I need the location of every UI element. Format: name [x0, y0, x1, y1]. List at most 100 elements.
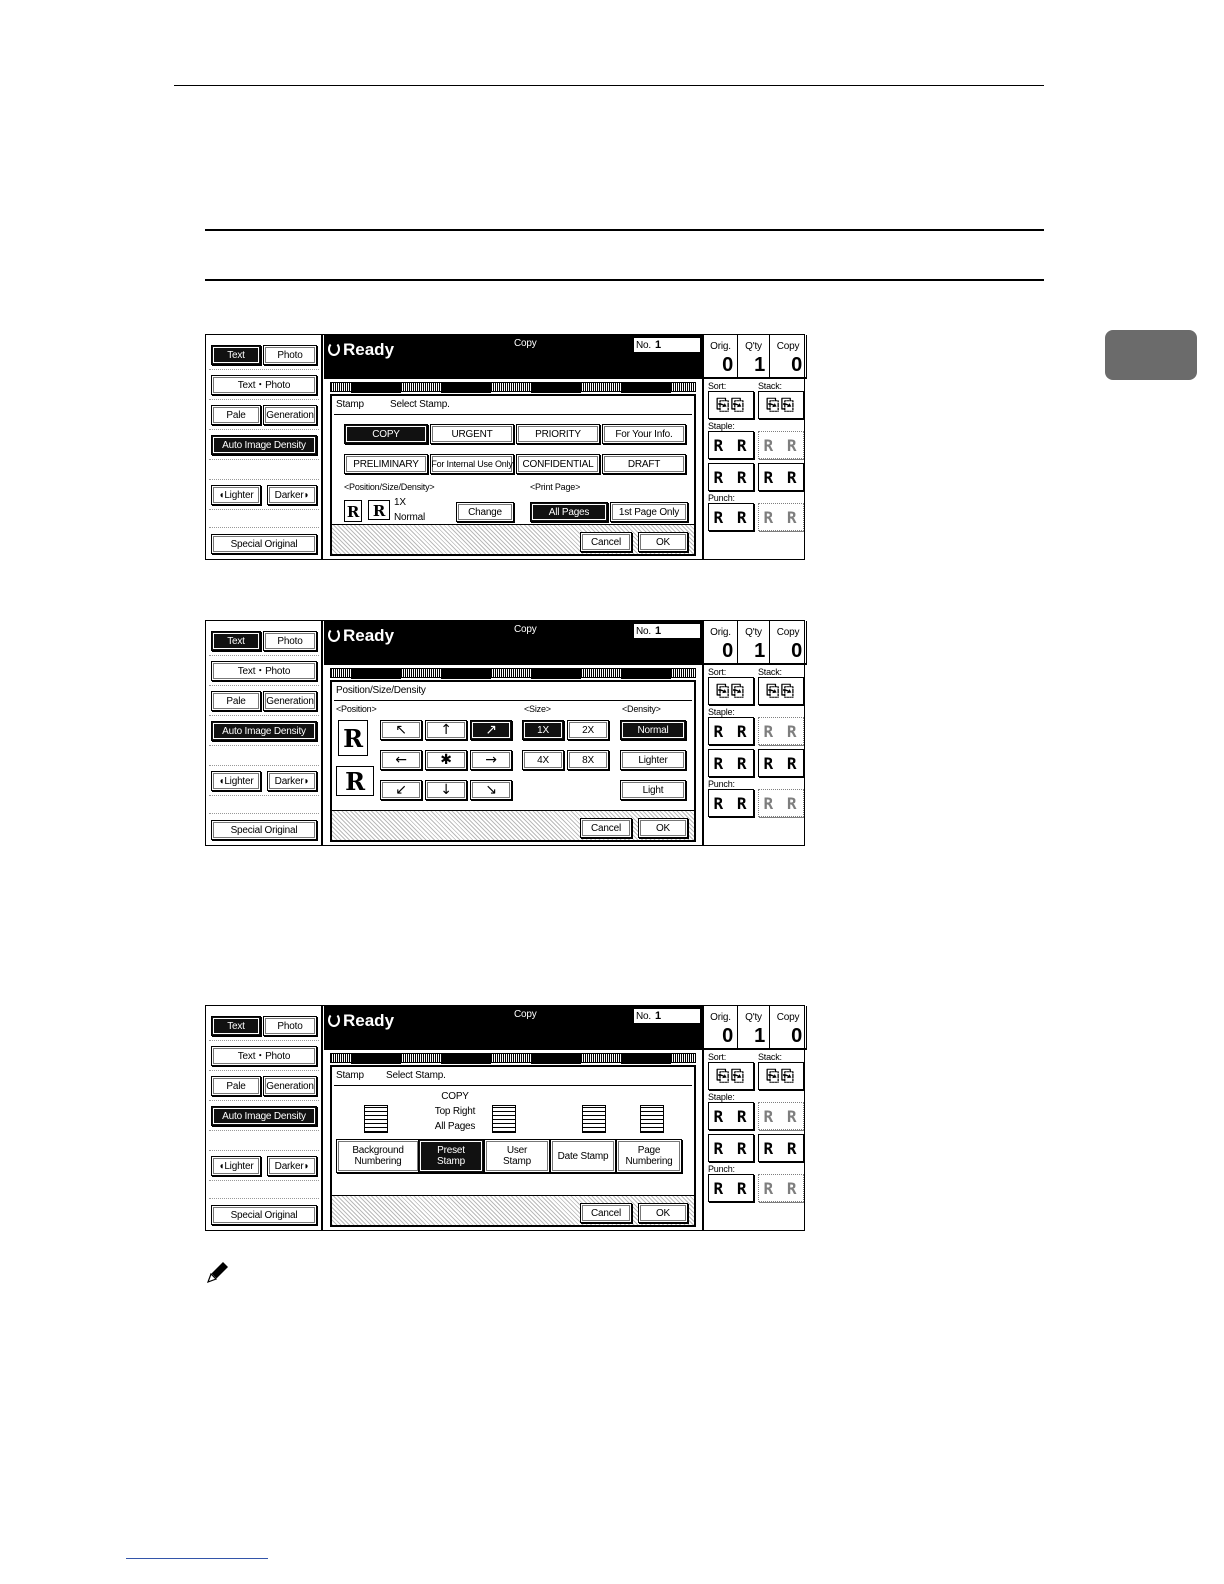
- cancel-button[interactable]: Cancel: [580, 532, 632, 552]
- staple-double-left-icon[interactable]: R R: [708, 749, 754, 777]
- darker-button[interactable]: Darker◗: [267, 771, 317, 791]
- punch-top-icon[interactable]: R R: [758, 1174, 804, 1202]
- staple-top-right-icon[interactable]: R R: [758, 431, 804, 459]
- stamp-button[interactable]: CONFIDENTIAL: [516, 454, 600, 474]
- density-button[interactable]: Light: [620, 780, 686, 800]
- position-arrow-button[interactable]: ←: [380, 750, 422, 770]
- text-photo-button[interactable]: Text・Photo: [211, 1046, 317, 1066]
- generation-button[interactable]: Generation: [263, 691, 317, 711]
- darker-button[interactable]: Darker◗: [267, 485, 317, 505]
- photo-mode-button[interactable]: Photo: [263, 1016, 317, 1036]
- stack-icon[interactable]: ⎘⎘: [758, 677, 804, 705]
- all-pages-button[interactable]: All Pages: [530, 502, 608, 522]
- generation-button[interactable]: Generation: [263, 1076, 317, 1096]
- pale-button[interactable]: Pale: [211, 1076, 261, 1096]
- text-photo-button[interactable]: Text・Photo: [211, 661, 317, 681]
- sort-icon[interactable]: ⎘⎘: [708, 391, 754, 419]
- text-mode-button[interactable]: Text: [211, 1016, 261, 1036]
- position-arrow-button[interactable]: ✱: [425, 750, 467, 770]
- position-arrow-button[interactable]: ↘: [470, 780, 512, 800]
- chapter-tab: [1105, 330, 1197, 380]
- cancel-button[interactable]: Cancel: [580, 818, 632, 838]
- counter-label: Copy: [776, 627, 800, 638]
- stamp-button[interactable]: For Your Info.: [602, 424, 686, 444]
- auto-image-density-button[interactable]: Auto Image Density: [211, 1106, 317, 1126]
- staple-double-top-icon[interactable]: R R: [758, 463, 804, 491]
- section-rule-bottom: [205, 279, 1044, 281]
- position-arrow-button[interactable]: ↖: [380, 720, 422, 740]
- punch-top-icon[interactable]: R R: [758, 503, 804, 531]
- change-button[interactable]: Change: [456, 502, 514, 522]
- first-page-only-button[interactable]: 1st Page Only: [610, 502, 688, 522]
- ok-button[interactable]: OK: [638, 818, 688, 838]
- position-arrow-button[interactable]: ↙: [380, 780, 422, 800]
- stamp-button[interactable]: For Internal Use Only: [430, 454, 514, 474]
- staple-top-left-icon[interactable]: R R: [708, 1102, 754, 1130]
- photo-mode-button[interactable]: Photo: [263, 631, 317, 651]
- staple-double-left-icon[interactable]: R R: [708, 1134, 754, 1162]
- staple-top-left-icon[interactable]: R R: [708, 717, 754, 745]
- auto-image-density-button[interactable]: Auto Image Density: [211, 435, 317, 455]
- stamp-button[interactable]: PRIORITY: [516, 424, 600, 444]
- function-label: Copy: [514, 624, 537, 635]
- size-button[interactable]: 1X: [522, 720, 564, 740]
- separator: [209, 1040, 319, 1041]
- stamp-type-button[interactable]: Background Numbering: [336, 1139, 420, 1173]
- sort-icon[interactable]: ⎘⎘: [708, 1062, 754, 1090]
- density-button[interactable]: Lighter: [620, 750, 686, 770]
- stamp-button[interactable]: DRAFT: [602, 454, 686, 474]
- density-button[interactable]: Normal: [620, 720, 686, 740]
- text-mode-button[interactable]: Text: [211, 345, 261, 365]
- staple-label: Staple:: [708, 707, 735, 717]
- stamp-button[interactable]: URGENT: [430, 424, 514, 444]
- lighter-button[interactable]: ◖Lighter: [211, 771, 261, 791]
- print-page-label: <Print Page>: [530, 482, 581, 492]
- lighter-button[interactable]: ◖Lighter: [211, 1156, 261, 1176]
- staple-top-right-icon[interactable]: R R: [758, 1102, 804, 1130]
- sort-icon[interactable]: ⎘⎘: [708, 677, 754, 705]
- special-original-button[interactable]: Special Original: [211, 534, 317, 554]
- stamp-type-button[interactable]: User Stamp: [484, 1139, 550, 1173]
- stamp-type-button[interactable]: Date Stamp: [550, 1139, 616, 1173]
- staple-top-left-icon[interactable]: R R: [708, 431, 754, 459]
- pale-button[interactable]: Pale: [211, 405, 261, 425]
- punch-left-icon[interactable]: R R: [708, 789, 754, 817]
- stack-icon[interactable]: ⎘⎘: [758, 1062, 804, 1090]
- staple-double-left-icon[interactable]: R R: [708, 463, 754, 491]
- staple-top-right-icon[interactable]: R R: [758, 717, 804, 745]
- darker-button[interactable]: Darker◗: [267, 1156, 317, 1176]
- special-original-button[interactable]: Special Original: [211, 1205, 317, 1225]
- size-button[interactable]: 8X: [567, 750, 609, 770]
- ok-button[interactable]: OK: [638, 1203, 688, 1223]
- punch-top-icon[interactable]: R R: [758, 789, 804, 817]
- position-arrow-button[interactable]: →: [470, 750, 512, 770]
- quantity-counter: Q'ty 1: [738, 1006, 770, 1050]
- generation-button[interactable]: Generation: [263, 405, 317, 425]
- position-arrow-button[interactable]: ↑: [425, 720, 467, 740]
- staple-double-top-icon[interactable]: R R: [758, 749, 804, 777]
- ok-button[interactable]: OK: [638, 532, 688, 552]
- quantity-counter: Q'ty 1: [738, 621, 770, 665]
- size-button[interactable]: 4X: [522, 750, 564, 770]
- job-number-label: No.: [636, 626, 651, 637]
- stamp-type-button[interactable]: Preset Stamp: [418, 1139, 484, 1173]
- size-preview-icon: R: [368, 500, 390, 520]
- special-original-button[interactable]: Special Original: [211, 820, 317, 840]
- lighter-button[interactable]: ◖Lighter: [211, 485, 261, 505]
- auto-image-density-button[interactable]: Auto Image Density: [211, 721, 317, 741]
- punch-left-icon[interactable]: R R: [708, 1174, 754, 1202]
- position-arrow-button[interactable]: ↗: [470, 720, 512, 740]
- cancel-button[interactable]: Cancel: [580, 1203, 632, 1223]
- text-mode-button[interactable]: Text: [211, 631, 261, 651]
- photo-mode-button[interactable]: Photo: [263, 345, 317, 365]
- staple-double-top-icon[interactable]: R R: [758, 1134, 804, 1162]
- stack-icon[interactable]: ⎘⎘: [758, 391, 804, 419]
- text-photo-button[interactable]: Text・Photo: [211, 375, 317, 395]
- size-button[interactable]: 2X: [567, 720, 609, 740]
- stamp-type-button[interactable]: Page Numbering: [616, 1139, 682, 1173]
- position-arrow-button[interactable]: ↓: [425, 780, 467, 800]
- punch-left-icon[interactable]: R R: [708, 503, 754, 531]
- stamp-button[interactable]: PRELIMINARY: [344, 454, 428, 474]
- pale-button[interactable]: Pale: [211, 691, 261, 711]
- stamp-button[interactable]: COPY: [344, 424, 428, 444]
